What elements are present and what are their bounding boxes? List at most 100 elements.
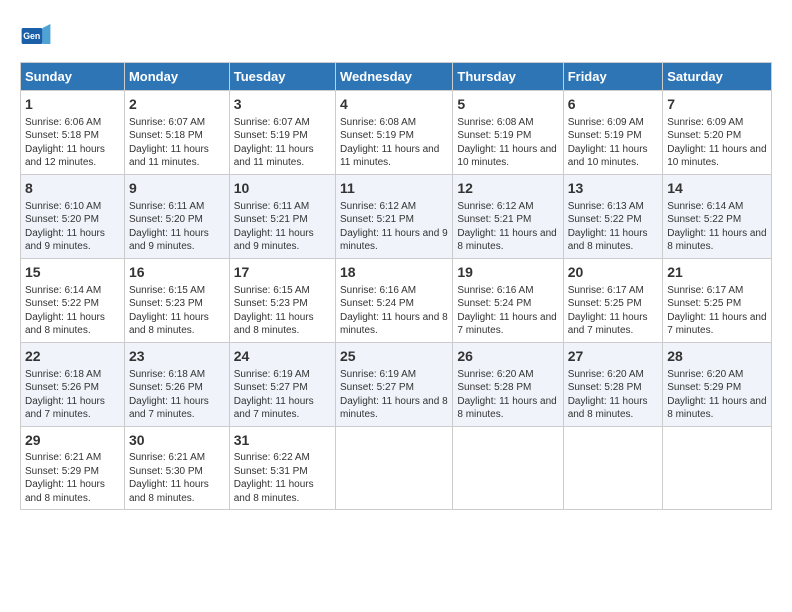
cell-content: Sunrise: 6:18 AM Sunset: 5:26 PM Dayligh… — [129, 368, 225, 422]
cell-content: Sunrise: 6:07 AM Sunset: 5:18 PM Dayligh… — [129, 116, 225, 170]
calendar-cell: 8 Sunrise: 6:10 AM Sunset: 5:20 PM Dayli… — [21, 174, 125, 258]
daylight-label: Daylight: 11 hours and 7 minutes. — [457, 312, 556, 337]
cell-content: Sunrise: 6:20 AM Sunset: 5:28 PM Dayligh… — [457, 368, 558, 422]
day-number: 23 — [129, 347, 225, 366]
calendar-cell — [453, 426, 563, 510]
cell-content: Sunrise: 6:11 AM Sunset: 5:21 PM Dayligh… — [234, 200, 331, 254]
calendar-table: SundayMondayTuesdayWednesdayThursdayFrid… — [20, 62, 772, 510]
column-header-friday: Friday — [563, 63, 663, 91]
week-row-3: 15 Sunrise: 6:14 AM Sunset: 5:22 PM Dayl… — [21, 258, 772, 342]
sunrise-label: Sunrise: 6:20 AM — [568, 369, 644, 380]
cell-content: Sunrise: 6:21 AM Sunset: 5:30 PM Dayligh… — [129, 451, 225, 505]
calendar-cell: 30 Sunrise: 6:21 AM Sunset: 5:30 PM Dayl… — [124, 426, 229, 510]
page-header: Gen — [20, 20, 772, 52]
sunrise-label: Sunrise: 6:16 AM — [340, 285, 416, 296]
cell-content: Sunrise: 6:09 AM Sunset: 5:20 PM Dayligh… — [667, 116, 767, 170]
daylight-label: Daylight: 11 hours and 8 minutes. — [234, 479, 314, 504]
sunset-label: Sunset: 5:18 PM — [129, 130, 203, 141]
cell-content: Sunrise: 6:16 AM Sunset: 5:24 PM Dayligh… — [457, 284, 558, 338]
logo-icon: Gen — [20, 20, 52, 52]
daylight-label: Daylight: 11 hours and 7 minutes. — [234, 396, 314, 421]
day-number: 30 — [129, 431, 225, 450]
sunset-label: Sunset: 5:19 PM — [457, 130, 531, 141]
calendar-cell: 28 Sunrise: 6:20 AM Sunset: 5:29 PM Dayl… — [663, 342, 772, 426]
daylight-label: Daylight: 11 hours and 7 minutes. — [568, 312, 648, 337]
column-header-wednesday: Wednesday — [335, 63, 452, 91]
cell-content: Sunrise: 6:21 AM Sunset: 5:29 PM Dayligh… — [25, 451, 120, 505]
sunset-label: Sunset: 5:18 PM — [25, 130, 99, 141]
cell-content: Sunrise: 6:17 AM Sunset: 5:25 PM Dayligh… — [667, 284, 767, 338]
week-row-5: 29 Sunrise: 6:21 AM Sunset: 5:29 PM Dayl… — [21, 426, 772, 510]
day-number: 6 — [568, 95, 659, 114]
sunrise-label: Sunrise: 6:13 AM — [568, 201, 644, 212]
calendar-cell: 29 Sunrise: 6:21 AM Sunset: 5:29 PM Dayl… — [21, 426, 125, 510]
sunrise-label: Sunrise: 6:20 AM — [457, 369, 533, 380]
day-number: 14 — [667, 179, 767, 198]
calendar-cell: 5 Sunrise: 6:08 AM Sunset: 5:19 PM Dayli… — [453, 91, 563, 175]
sunset-label: Sunset: 5:23 PM — [129, 298, 203, 309]
sunrise-label: Sunrise: 6:10 AM — [25, 201, 101, 212]
sunset-label: Sunset: 5:28 PM — [457, 382, 531, 393]
sunset-label: Sunset: 5:19 PM — [340, 130, 414, 141]
calendar-cell: 1 Sunrise: 6:06 AM Sunset: 5:18 PM Dayli… — [21, 91, 125, 175]
calendar-cell: 13 Sunrise: 6:13 AM Sunset: 5:22 PM Dayl… — [563, 174, 663, 258]
sunrise-label: Sunrise: 6:07 AM — [129, 117, 205, 128]
day-number: 7 — [667, 95, 767, 114]
daylight-label: Daylight: 11 hours and 8 minutes. — [340, 312, 448, 337]
day-number: 26 — [457, 347, 558, 366]
calendar-cell: 21 Sunrise: 6:17 AM Sunset: 5:25 PM Dayl… — [663, 258, 772, 342]
daylight-label: Daylight: 11 hours and 9 minutes. — [25, 228, 105, 253]
sunset-label: Sunset: 5:24 PM — [457, 298, 531, 309]
sunset-label: Sunset: 5:21 PM — [340, 214, 414, 225]
sunrise-label: Sunrise: 6:07 AM — [234, 117, 310, 128]
daylight-label: Daylight: 11 hours and 7 minutes. — [129, 396, 209, 421]
day-number: 19 — [457, 263, 558, 282]
cell-content: Sunrise: 6:08 AM Sunset: 5:19 PM Dayligh… — [457, 116, 558, 170]
calendar-cell: 18 Sunrise: 6:16 AM Sunset: 5:24 PM Dayl… — [335, 258, 452, 342]
cell-content: Sunrise: 6:12 AM Sunset: 5:21 PM Dayligh… — [340, 200, 448, 254]
sunrise-label: Sunrise: 6:14 AM — [667, 201, 743, 212]
week-row-2: 8 Sunrise: 6:10 AM Sunset: 5:20 PM Dayli… — [21, 174, 772, 258]
day-number: 4 — [340, 95, 448, 114]
daylight-label: Daylight: 11 hours and 8 minutes. — [25, 312, 105, 337]
sunset-label: Sunset: 5:30 PM — [129, 466, 203, 477]
sunrise-label: Sunrise: 6:12 AM — [340, 201, 416, 212]
sunrise-label: Sunrise: 6:08 AM — [457, 117, 533, 128]
daylight-label: Daylight: 11 hours and 8 minutes. — [25, 479, 105, 504]
sunset-label: Sunset: 5:22 PM — [25, 298, 99, 309]
cell-content: Sunrise: 6:14 AM Sunset: 5:22 PM Dayligh… — [25, 284, 120, 338]
daylight-label: Daylight: 11 hours and 12 minutes. — [25, 144, 105, 169]
week-row-1: 1 Sunrise: 6:06 AM Sunset: 5:18 PM Dayli… — [21, 91, 772, 175]
day-number: 20 — [568, 263, 659, 282]
sunset-label: Sunset: 5:20 PM — [667, 130, 741, 141]
sunrise-label: Sunrise: 6:22 AM — [234, 452, 310, 463]
daylight-label: Daylight: 11 hours and 8 minutes. — [129, 312, 209, 337]
sunrise-label: Sunrise: 6:11 AM — [129, 201, 204, 212]
header-row: SundayMondayTuesdayWednesdayThursdayFrid… — [21, 63, 772, 91]
sunrise-label: Sunrise: 6:16 AM — [457, 285, 533, 296]
sunrise-label: Sunrise: 6:15 AM — [129, 285, 205, 296]
cell-content: Sunrise: 6:15 AM Sunset: 5:23 PM Dayligh… — [129, 284, 225, 338]
cell-content: Sunrise: 6:20 AM Sunset: 5:28 PM Dayligh… — [568, 368, 659, 422]
calendar-cell: 12 Sunrise: 6:12 AM Sunset: 5:21 PM Dayl… — [453, 174, 563, 258]
day-number: 28 — [667, 347, 767, 366]
column-header-tuesday: Tuesday — [229, 63, 335, 91]
cell-content: Sunrise: 6:10 AM Sunset: 5:20 PM Dayligh… — [25, 200, 120, 254]
sunrise-label: Sunrise: 6:14 AM — [25, 285, 101, 296]
sunset-label: Sunset: 5:22 PM — [568, 214, 642, 225]
week-row-4: 22 Sunrise: 6:18 AM Sunset: 5:26 PM Dayl… — [21, 342, 772, 426]
day-number: 29 — [25, 431, 120, 450]
daylight-label: Daylight: 11 hours and 9 minutes. — [129, 228, 209, 253]
sunset-label: Sunset: 5:22 PM — [667, 214, 741, 225]
calendar-cell: 17 Sunrise: 6:15 AM Sunset: 5:23 PM Dayl… — [229, 258, 335, 342]
sunset-label: Sunset: 5:20 PM — [129, 214, 203, 225]
sunset-label: Sunset: 5:26 PM — [129, 382, 203, 393]
day-number: 10 — [234, 179, 331, 198]
calendar-cell: 25 Sunrise: 6:19 AM Sunset: 5:27 PM Dayl… — [335, 342, 452, 426]
sunrise-label: Sunrise: 6:15 AM — [234, 285, 310, 296]
calendar-cell: 31 Sunrise: 6:22 AM Sunset: 5:31 PM Dayl… — [229, 426, 335, 510]
sunset-label: Sunset: 5:20 PM — [25, 214, 99, 225]
daylight-label: Daylight: 11 hours and 8 minutes. — [234, 312, 314, 337]
cell-content: Sunrise: 6:11 AM Sunset: 5:20 PM Dayligh… — [129, 200, 225, 254]
calendar-cell: 19 Sunrise: 6:16 AM Sunset: 5:24 PM Dayl… — [453, 258, 563, 342]
